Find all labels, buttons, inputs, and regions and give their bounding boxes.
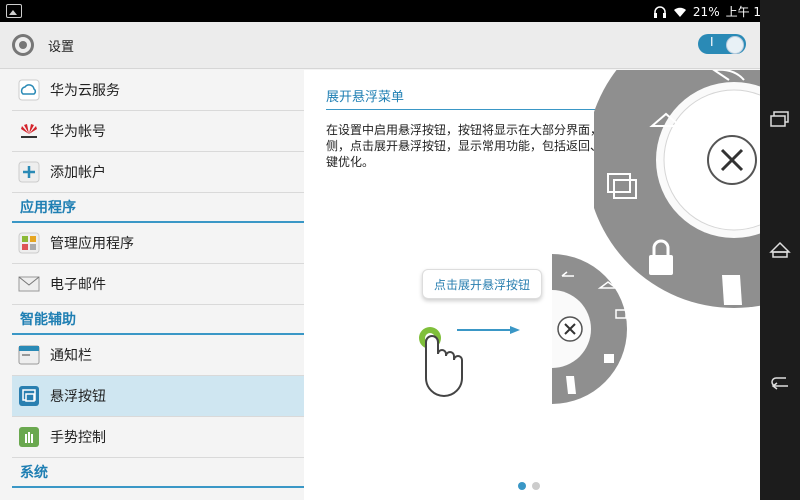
- gesture-hand-icon: [19, 427, 39, 447]
- cleanup-brush-icon: [722, 275, 742, 305]
- recent-apps-icon[interactable]: [768, 108, 792, 132]
- floating-menu-illustration-small: [552, 254, 627, 404]
- list-item-label: 管理应用程序: [50, 236, 134, 252]
- notification-bar-icon: [18, 345, 40, 365]
- gallery-icon: [6, 4, 22, 18]
- system-nav-bar: [760, 0, 800, 500]
- cloud-icon: [18, 79, 40, 101]
- wifi-icon: [673, 7, 686, 17]
- list-item-label: 手势控制: [50, 430, 106, 446]
- list-item-huawei-account[interactable]: 华为帐号: [12, 111, 304, 152]
- page-dot-1[interactable]: [518, 482, 526, 490]
- callout-bubble: 点击展开悬浮按钮: [422, 269, 542, 299]
- plus-icon: [18, 161, 40, 183]
- huawei-logo-icon: [21, 124, 37, 138]
- settings-list: 华为云服务 华为帐号 添加帐户 应用程序 管理应用程序 电子邮件 智能辅助 通知…: [12, 70, 316, 500]
- small-lock-icon: [604, 354, 614, 363]
- apps-grid-icon: [18, 232, 40, 254]
- pointing-hand-icon: [425, 335, 463, 397]
- page-indicator: [518, 482, 540, 490]
- page-title: 设置: [48, 40, 75, 55]
- list-item-label: 华为帐号: [50, 124, 106, 140]
- arrow-head-icon: [510, 326, 520, 334]
- list-item-label: 通知栏: [50, 348, 92, 364]
- status-bar: 21% 上午 10:54: [0, 0, 800, 22]
- detail-pane: 展开悬浮菜单 在设置中启用悬浮按钮，按钮将显示在大部分界面，并可以拖动至屏幕左侧…: [304, 70, 760, 500]
- section-header-system: 系统: [12, 458, 304, 488]
- section-header-smart-assist: 智能辅助: [12, 305, 304, 335]
- action-bar: 设置 I: [0, 22, 760, 69]
- section-header-apps: 应用程序: [12, 193, 304, 223]
- section-label: 系统: [20, 465, 48, 481]
- tap-hand-illustration: [419, 326, 520, 397]
- lock-icon: [649, 255, 673, 275]
- list-item-floating-button[interactable]: 悬浮按钮: [12, 376, 316, 417]
- back-icon[interactable]: [768, 370, 792, 394]
- list-item-huawei-cloud[interactable]: 华为云服务: [12, 70, 304, 111]
- section-label: 智能辅助: [20, 312, 76, 328]
- list-item-label: 电子邮件: [50, 277, 106, 293]
- toggle-knob: [726, 36, 744, 54]
- page-dot-2[interactable]: [532, 482, 540, 490]
- list-item-notification-bar[interactable]: 通知栏: [12, 335, 304, 376]
- list-item-label: 添加帐户: [50, 165, 106, 181]
- list-item-add-account[interactable]: 添加帐户: [12, 152, 304, 193]
- list-item-email[interactable]: 电子邮件: [12, 264, 304, 305]
- floating-button-icon: [19, 386, 39, 406]
- list-item-label: 悬浮按钮: [50, 389, 106, 405]
- toggle-label: I: [710, 35, 714, 49]
- floating-button-toggle[interactable]: I: [698, 34, 746, 54]
- mail-icon: [18, 276, 40, 292]
- settings-gear-icon[interactable]: [10, 32, 36, 58]
- settings-app: 设置 I 华为云服务 华为帐号 添加帐户 应用程序 管理应用程序 电子邮件 智能…: [0, 22, 760, 500]
- headphones-icon: [653, 5, 666, 18]
- list-item-label: 华为云服务: [50, 83, 120, 99]
- section-label: 应用程序: [20, 200, 76, 216]
- list-item-manage-apps[interactable]: 管理应用程序: [12, 223, 304, 264]
- detail-title: 展开悬浮菜单: [326, 90, 405, 105]
- battery-percent: 21%: [692, 4, 720, 19]
- list-item-gesture-control[interactable]: 手势控制: [12, 417, 304, 458]
- home-icon[interactable]: [768, 238, 792, 262]
